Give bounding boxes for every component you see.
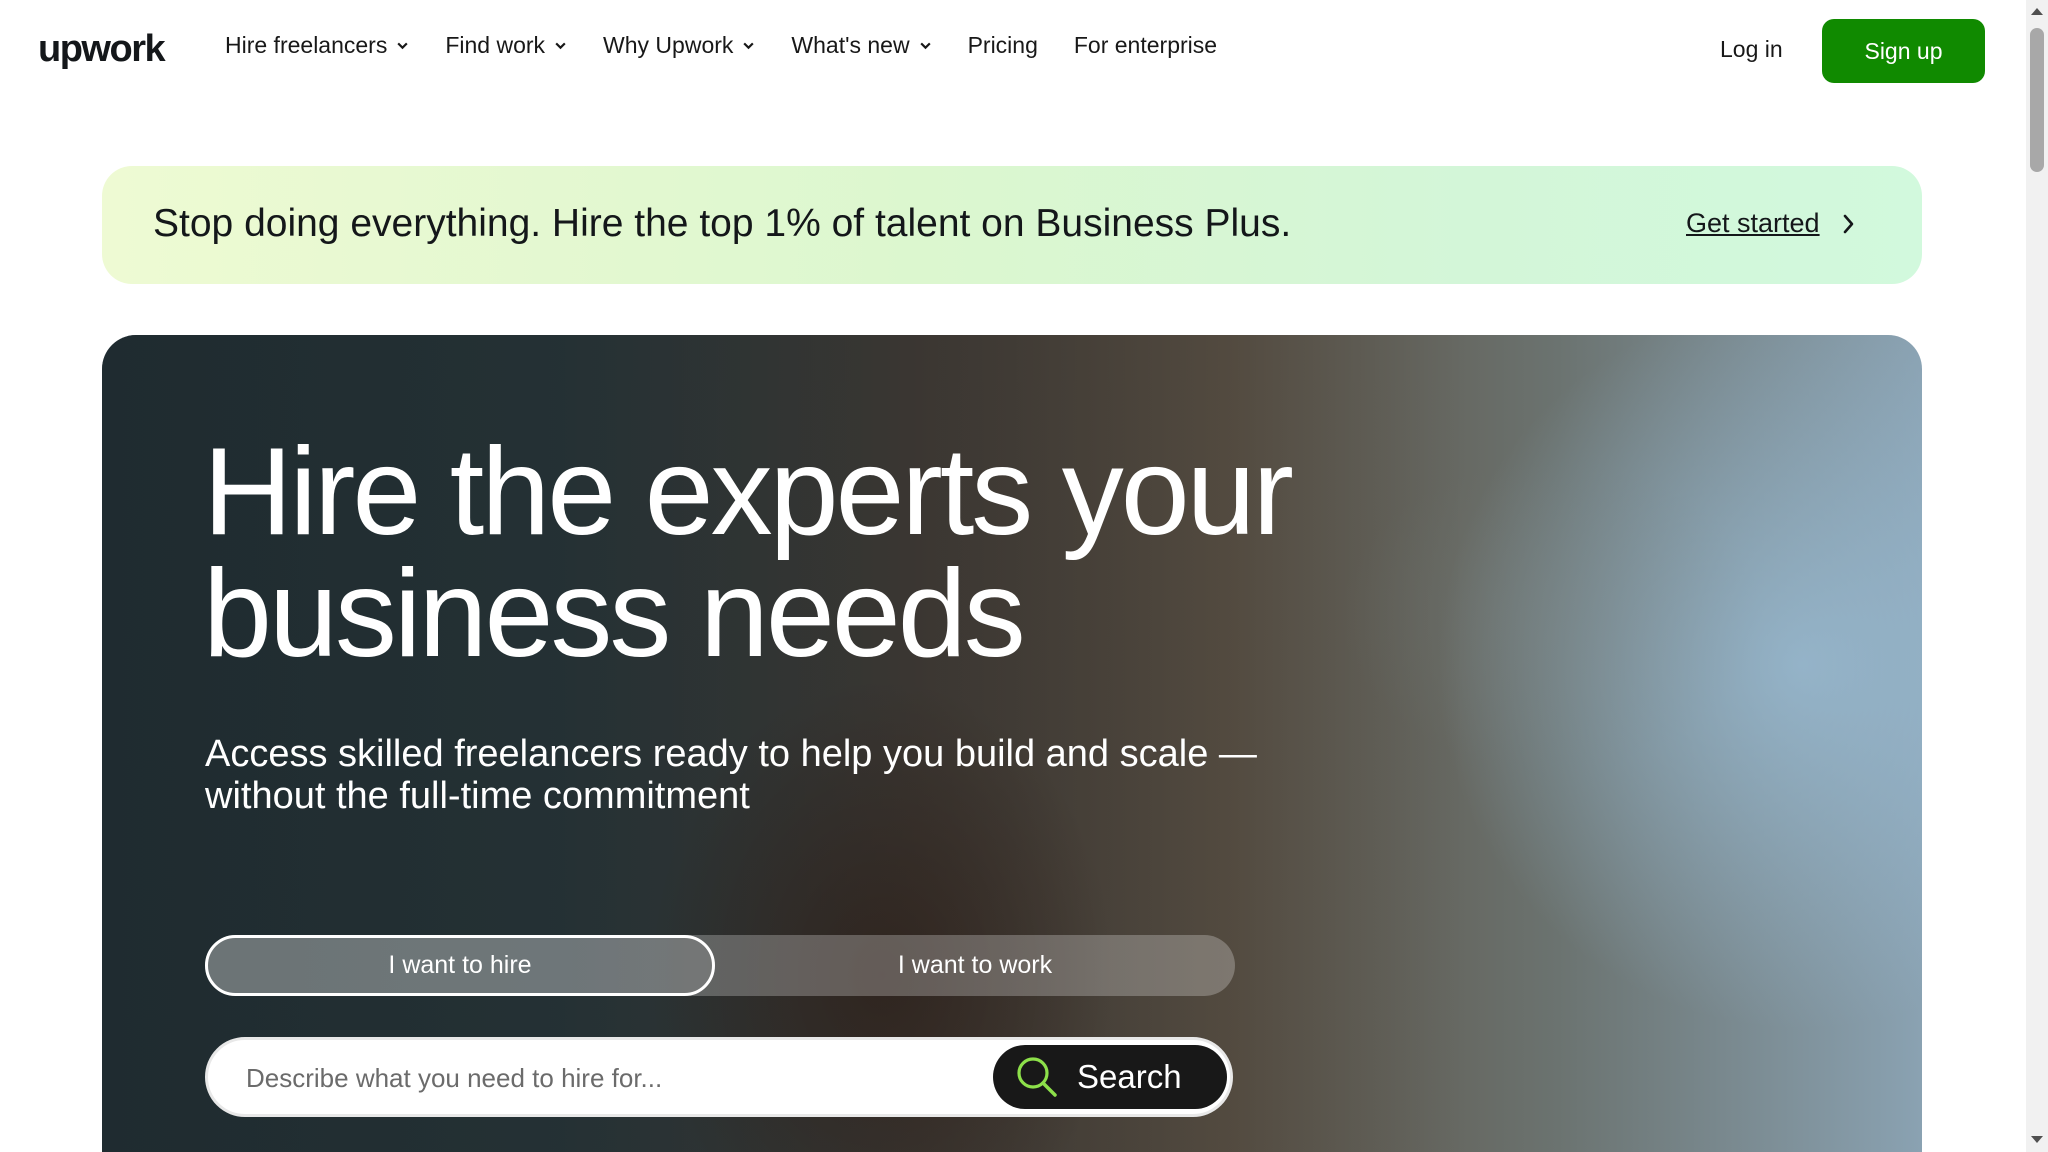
page-scrollbar[interactable] <box>2026 0 2048 1152</box>
hero-title: Hire the experts your business needs <box>203 423 1294 683</box>
toggle-hire-option[interactable]: I want to hire <box>205 935 715 996</box>
toggle-work-option[interactable]: I want to work <box>715 935 1235 996</box>
nav-item-label: Find work <box>445 32 546 58</box>
nav-item-label: For enterprise <box>1073 32 1218 58</box>
hero-section: Hire the experts your business needs Acc… <box>102 335 1922 1152</box>
search-button[interactable]: Search <box>993 1045 1227 1109</box>
nav-for-enterprise[interactable]: For enterprise <box>1074 32 1217 59</box>
signup-button[interactable]: Sign up <box>1822 19 1985 83</box>
login-link[interactable]: Log in <box>1720 36 1783 63</box>
search-input[interactable] <box>244 1054 968 1102</box>
chevron-down-icon <box>397 42 408 50</box>
upwork-logo[interactable]: upwork <box>38 28 166 71</box>
chevron-down-icon <box>743 42 755 50</box>
nav-pricing[interactable]: Pricing <box>968 32 1038 59</box>
nav-find-work[interactable]: Find work <box>445 32 567 59</box>
nav-item-label: What's new <box>791 32 910 58</box>
scroll-down-arrow-icon[interactable] <box>2031 1136 2043 1143</box>
top-navigation: upwork Hire freelancers Find work Why Up… <box>0 0 2026 104</box>
hire-work-toggle: I want to hire I want to work <box>205 935 1235 996</box>
chevron-down-icon <box>919 42 931 50</box>
nav-whats-new[interactable]: What's new <box>791 32 931 59</box>
nav-item-label: Hire freelancers <box>225 32 388 58</box>
banner-text: Stop doing everything. Hire the top 1% o… <box>153 202 1292 245</box>
search-bar: Search <box>205 1037 1233 1117</box>
business-plus-banner: Stop doing everything. Hire the top 1% o… <box>102 166 1922 284</box>
main-nav: Hire freelancers Find work Why Upwork Wh… <box>225 32 1253 59</box>
search-button-label: Search <box>1077 1058 1182 1095</box>
chevron-down-icon <box>555 42 566 50</box>
scroll-up-arrow-icon[interactable] <box>2031 8 2043 15</box>
get-started-link[interactable]: Get started <box>1686 208 1820 239</box>
nav-why-upwork[interactable]: Why Upwork <box>603 32 755 59</box>
nav-hire-freelancers[interactable]: Hire freelancers <box>225 32 409 59</box>
chevron-right-icon[interactable] <box>1840 209 1858 239</box>
nav-item-label: Pricing <box>967 32 1038 58</box>
search-icon <box>1017 1057 1057 1097</box>
hero-subtitle: Access skilled freelancers ready to help… <box>205 733 1257 817</box>
nav-item-label: Why Upwork <box>603 32 734 58</box>
scrollbar-thumb[interactable] <box>2030 28 2044 172</box>
